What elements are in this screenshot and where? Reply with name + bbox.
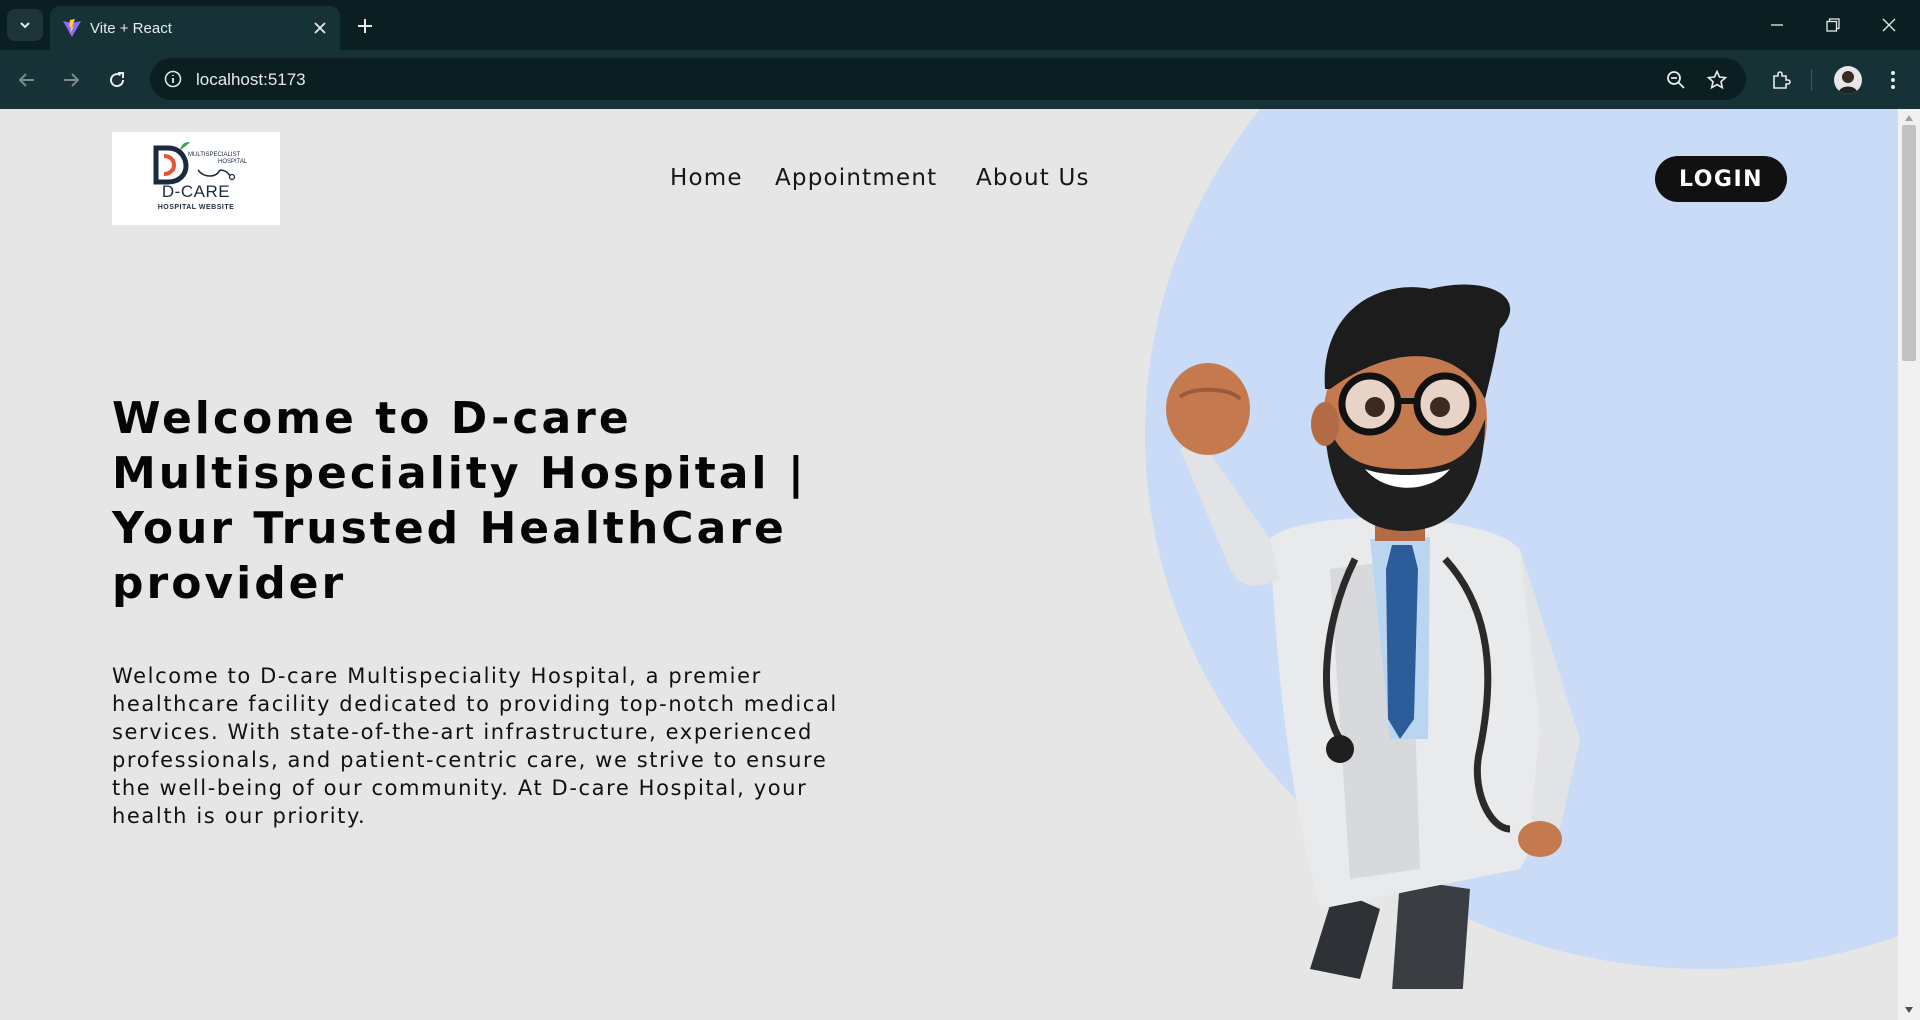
arrow-left-icon	[18, 73, 34, 87]
browser-tabstrip: Vite + React	[0, 0, 1920, 50]
nav-about-link[interactable]: About Us	[976, 165, 1090, 191]
triangle-down-icon	[1905, 1007, 1913, 1013]
tab-search-button[interactable]	[7, 9, 43, 41]
person-icon	[1838, 71, 1858, 94]
browser-toolbar: localhost:5173	[0, 50, 1920, 109]
hero-description: Welcome to D-care Multispeciality Hospit…	[112, 664, 838, 828]
nav-home-link[interactable]: Home	[670, 165, 743, 191]
site-logo[interactable]: MULTISPECIALIST HOSPITAL D-CARE HOSPITAL…	[112, 132, 280, 225]
triangle-up-icon	[1905, 115, 1913, 121]
zoom-out-icon	[1667, 71, 1685, 89]
puzzle-icon	[1773, 71, 1791, 89]
reload-button[interactable]	[102, 65, 132, 95]
close-window-button[interactable]	[1876, 12, 1902, 38]
scroll-up-button[interactable]	[1903, 113, 1915, 123]
browser-tab[interactable]: Vite + React	[50, 6, 340, 50]
plus-icon	[358, 19, 372, 33]
toolbar-divider	[1811, 69, 1812, 91]
nav-appointment-link[interactable]: Appointment	[775, 165, 937, 191]
info-icon	[164, 70, 182, 88]
browser-menu-button[interactable]	[1878, 65, 1908, 95]
extensions-button[interactable]	[1766, 65, 1796, 95]
address-bar[interactable]: localhost:5173	[150, 58, 1746, 100]
new-tab-button[interactable]	[352, 13, 378, 39]
zoom-button[interactable]	[1664, 68, 1688, 92]
logo-badge-line1: MULTISPECIALIST	[188, 152, 241, 158]
star-icon	[1707, 70, 1727, 90]
back-button[interactable]	[12, 65, 42, 95]
hero-title: Welcome to D-care Multispeciality Hospit…	[112, 393, 807, 609]
restore-button[interactable]	[1820, 12, 1846, 38]
minimize-button[interactable]	[1764, 12, 1790, 38]
vite-favicon-icon	[63, 19, 81, 37]
chevron-down-icon	[20, 22, 30, 29]
restore-icon	[1826, 18, 1840, 32]
site-info-button[interactable]	[162, 68, 184, 90]
logo-tagline: HOSPITAL WEBSITE	[157, 204, 235, 211]
logo-name: D-CARE	[161, 182, 231, 201]
page-scrollbar[interactable]	[1898, 109, 1920, 1020]
scroll-thumb[interactable]	[1902, 125, 1916, 361]
more-vertical-icon	[1891, 71, 1895, 89]
forward-button[interactable]	[56, 65, 86, 95]
login-button[interactable]: LOGIN	[1655, 156, 1787, 202]
arrow-right-icon	[64, 73, 80, 87]
close-icon	[314, 22, 326, 34]
doctor-illustration	[1166, 284, 1580, 989]
minimize-icon	[1771, 24, 1783, 26]
close-icon	[1882, 18, 1896, 32]
profile-avatar[interactable]	[1834, 66, 1862, 94]
d-care-logo-mark	[153, 142, 236, 185]
scroll-down-button[interactable]	[1903, 1005, 1915, 1015]
reload-icon	[110, 72, 125, 88]
bookmark-button[interactable]	[1705, 68, 1729, 92]
logo-badge: MULTISPECIALIST HOSPITAL	[188, 152, 247, 166]
page-viewport: MULTISPECIALIST HOSPITAL D-CARE HOSPITAL…	[0, 109, 1898, 1020]
tab-close-button[interactable]	[310, 18, 330, 38]
url-text: localhost:5173	[196, 70, 306, 89]
tab-title: Vite + React	[90, 20, 172, 37]
logo-badge-line2: HOSPITAL	[218, 159, 248, 165]
